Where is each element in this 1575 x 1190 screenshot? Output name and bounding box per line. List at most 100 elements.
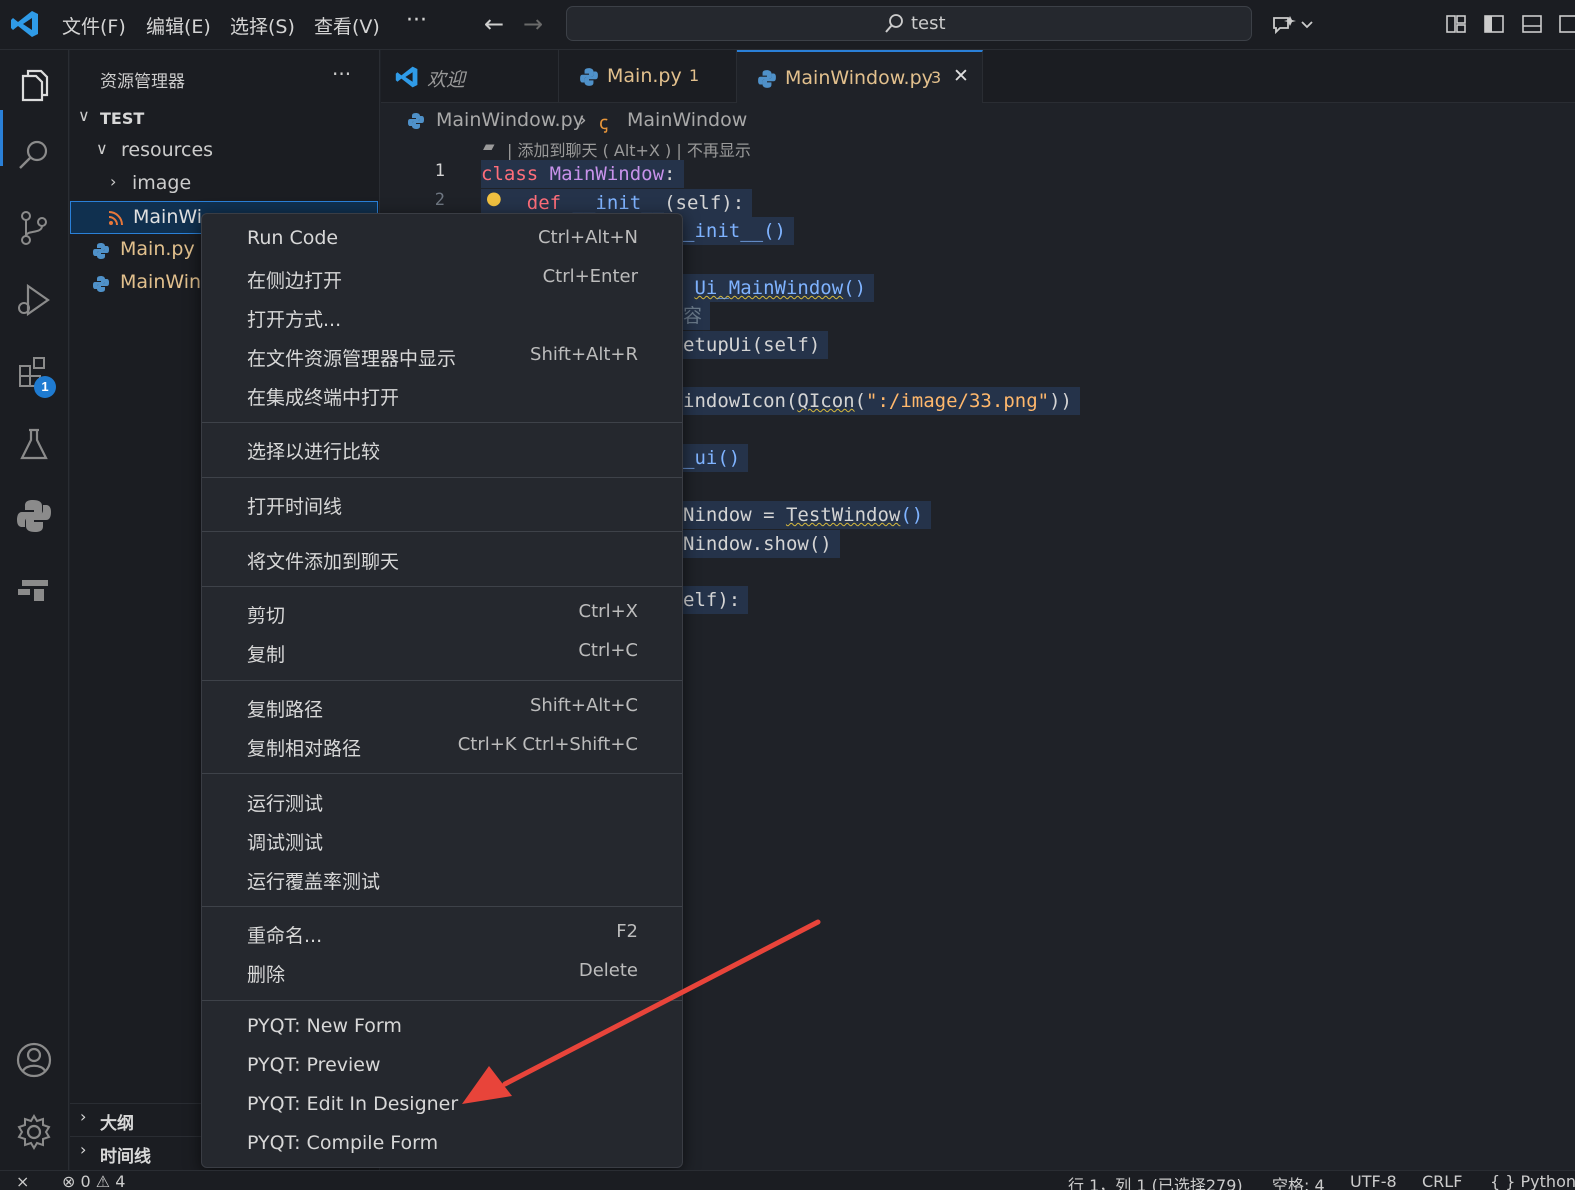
toggle-primary-sidebar-icon[interactable] [1483,13,1505,35]
menu-item-label: 复制路径 [247,699,324,721]
codelens-chat-icon: ▰ [483,137,495,155]
chevron-right-icon: › [579,109,587,131]
menu-item-copy-relative-path[interactable]: 复制相对路径 Ctrl+K Ctrl+Shift+C [202,728,682,765]
search-icon[interactable] [14,136,54,176]
code-line-5: Ui_MainWindow() [683,274,875,302]
tree-folder-resources[interactable]: ∨ resources [70,135,378,168]
menu-item-debug-tests[interactable]: 调试测试 [202,822,682,859]
tree-item-label: MainWi [133,206,203,228]
rss-file-icon [108,211,123,226]
codelens-add-to-chat[interactable]: | 添加到聊天 ( Alt+X ) | 不再显示 [507,137,751,161]
tree-folder-image[interactable]: › image [70,168,378,201]
code-line-1: class MainWindow: [481,160,684,188]
menu-item-reveal-in-explorer[interactable]: 在文件资源管理器中显示 Shift+Alt+R [202,338,682,375]
menu-item-open-to-side[interactable]: 在侧边打开 Ctrl+Enter [202,260,682,297]
title-bar: 文件(F) 编辑(E) 选择(S) 查看(V) ··· ← → test [0,0,1575,50]
menu-item-pyqt-new-form[interactable]: PYQT: New Form [202,1009,682,1046]
forward-arrow-icon[interactable]: → [523,10,543,38]
python-icon[interactable] [14,496,54,536]
account-icon[interactable] [14,1040,54,1080]
line-ending[interactable]: CRLF [1422,1172,1462,1190]
menu-separator [202,531,682,532]
breadcrumb-file[interactable]: MainWindow.py [436,109,584,131]
menu-item-label: 打开时间线 [247,496,343,518]
cursor-position[interactable]: 行 1，列 1 (已选择279) [1068,1172,1243,1190]
python-file-icon [93,243,109,259]
sidebar-more-button[interactable]: ··· [332,62,351,86]
explorer-icon[interactable] [14,66,54,106]
vscode-logo-icon[interactable] [10,9,40,39]
chevron-right-icon: › [110,172,117,191]
code-token: ( [854,390,867,412]
indentation[interactable]: 空格: 4 [1272,1172,1325,1190]
problems-indicator[interactable]: ⊗ 0 ⚠ 4 [62,1172,125,1190]
run-debug-icon[interactable] [14,280,54,320]
lightbulb-icon[interactable]: ● [486,188,502,209]
tree-folder-test[interactable]: ∨ TEST [70,102,378,135]
menu-item-add-file-to-chat[interactable]: 将文件添加到聊天 [202,541,682,578]
chevron-down-icon: ∨ [96,139,108,158]
code-token: Nindow.show() [683,533,832,555]
more-menus-button[interactable]: ··· [406,8,427,33]
code-token: () [843,277,867,299]
tab-mainwindow-py[interactable]: MainWindow.py 3 ✕ [737,50,983,103]
menu-item-pyqt-preview[interactable]: PYQT: Preview [202,1048,682,1085]
tab-main-py[interactable]: Main.py 1 [559,50,737,103]
menu-item-delete[interactable]: 删除 Delete [202,954,682,991]
code-token: __init__ [572,192,665,214]
menu-separator [202,422,682,423]
menu-item-cut[interactable]: 剪切 Ctrl+X [202,595,682,632]
back-arrow-icon[interactable]: ← [484,10,504,38]
menu-item-run-tests[interactable]: 运行测试 [202,783,682,820]
source-control-icon[interactable] [14,208,54,248]
code-token: indowIcon( [683,390,798,412]
extensions-badge: 1 [34,376,56,398]
menu-item-run-coverage-tests[interactable]: 运行覆盖率测试 [202,861,682,898]
menu-item-shortcut: Ctrl+Alt+N [537,227,638,248]
code-token: class [481,163,539,185]
copilot-icon[interactable] [1270,12,1316,38]
menu-item-open-with[interactable]: 打开方式... [202,299,682,336]
encoding[interactable]: UTF-8 [1350,1172,1397,1190]
menu-item-shortcut: Shift+Alt+C [529,695,638,716]
close-tab-icon[interactable]: ✕ [953,65,969,87]
settings-gear-icon[interactable] [14,1112,54,1152]
remote-explorer-icon[interactable] [14,568,54,608]
remote-indicator-icon[interactable]: ⨯ [16,1172,29,1190]
menu-item-label: 选择以进行比较 [247,441,381,463]
testing-flask-icon[interactable] [14,424,54,464]
menu-item-select-for-compare[interactable]: 选择以进行比较 [202,431,682,468]
menu-item-open-timeline[interactable]: 打开时间线 [202,486,682,523]
menu-selection[interactable]: 选择(S) [230,12,295,39]
menu-item-label: 删除 [247,964,286,986]
toggle-panel-icon[interactable] [1521,13,1543,35]
menu-item-pyqt-edit-in-designer[interactable]: PYQT: Edit In Designer [202,1087,682,1124]
line-number: 2 [434,190,445,210]
active-indicator [0,110,3,166]
menu-item-copy[interactable]: 复制 Ctrl+C [202,634,682,671]
tab-welcome[interactable]: 欢迎 [381,50,559,103]
menu-item-shortcut: Ctrl+C [578,640,638,661]
menu-file[interactable]: 文件(F) [62,12,126,39]
language-mode[interactable]: { } Python [1490,1172,1575,1190]
menu-item-label: 运行覆盖率测试 [247,871,381,893]
menu-item-open-in-terminal[interactable]: 在集成终端中打开 [202,377,682,414]
menu-edit[interactable]: 编辑(E) [146,12,211,39]
tree-item-label: resources [121,139,214,161]
python-file-icon [93,276,109,292]
code-line-3: _init__() [683,217,794,245]
menu-item-rename[interactable]: 重命名... F2 [202,915,682,952]
toggle-secondary-sidebar-icon[interactable] [1558,13,1575,35]
menu-item-copy-path[interactable]: 复制路径 Shift+Alt+C [202,689,682,726]
menu-item-pyqt-compile-form[interactable]: PYQT: Compile Form [202,1126,682,1163]
code-line-14: Nindow.show() [683,530,840,558]
code-line-11: _ui() [683,444,749,472]
menu-item-label: PYQT: Compile Form [247,1132,439,1154]
menu-view[interactable]: 查看(V) [314,12,380,39]
command-center-search[interactable]: test [566,6,1252,41]
menu-item-label: 复制 [247,644,286,666]
menu-item-run-code[interactable]: Run Code Ctrl+Alt+N [202,221,682,258]
breadcrumb-symbol[interactable]: MainWindow [627,109,747,131]
customize-layout-icon[interactable] [1445,13,1467,35]
menu-item-label: PYQT: Preview [247,1054,381,1076]
